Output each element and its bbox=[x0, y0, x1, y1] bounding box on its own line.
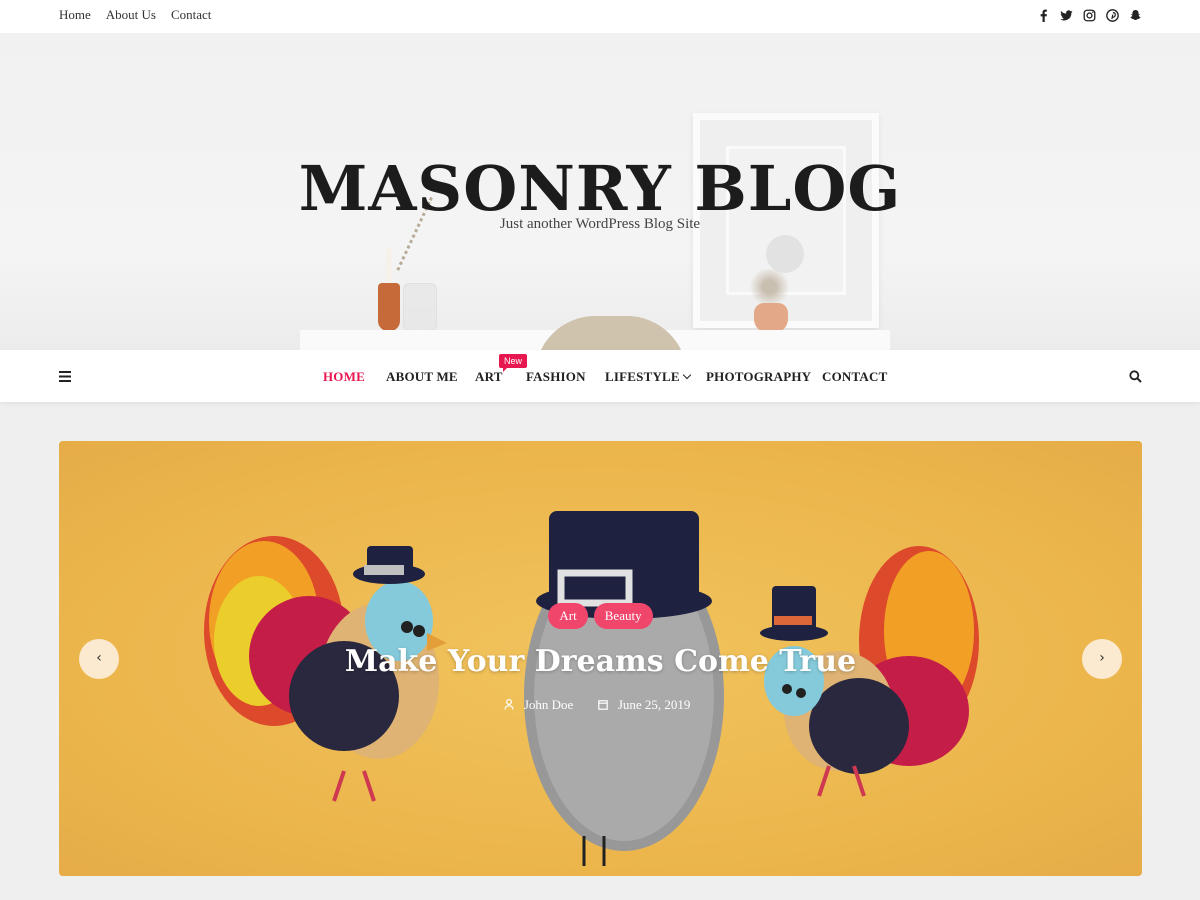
top-nav-about-us[interactable]: About Us bbox=[106, 7, 156, 23]
candle-holder-image bbox=[378, 283, 400, 331]
nav-item-lifestyle-label: LIFESTYLE bbox=[605, 369, 680, 384]
tag-art[interactable]: Art bbox=[548, 603, 588, 629]
date-meta[interactable]: June 25, 2019 bbox=[597, 697, 698, 712]
nav-item-home[interactable]: HOME bbox=[323, 369, 365, 385]
nav-item-about-me[interactable]: ABOUT ME bbox=[386, 369, 458, 385]
author-name: John Doe bbox=[523, 697, 574, 712]
slider-next-button[interactable]: › bbox=[1082, 639, 1122, 679]
copper-pot-image bbox=[754, 303, 788, 333]
nav-item-art[interactable]: ART bbox=[475, 369, 503, 385]
facebook-icon[interactable] bbox=[1037, 9, 1050, 22]
candle-image bbox=[386, 248, 392, 283]
chair-image bbox=[535, 316, 687, 350]
glass-vase-image bbox=[403, 283, 437, 331]
user-icon bbox=[503, 698, 514, 710]
featured-slider: Art Beauty Make Your Dreams Come True Jo… bbox=[59, 441, 1142, 876]
chevron-right-icon: › bbox=[1099, 650, 1105, 666]
nav-item-fashion[interactable]: FASHION bbox=[526, 369, 586, 385]
author-meta[interactable]: John Doe bbox=[503, 697, 584, 712]
top-nav: Home About Us Contact bbox=[59, 7, 211, 23]
post-date: June 25, 2019 bbox=[617, 697, 691, 712]
social-links bbox=[1037, 9, 1142, 22]
new-badge: New bbox=[499, 354, 528, 372]
flowers-image bbox=[742, 269, 797, 305]
top-nav-contact[interactable]: Contact bbox=[171, 7, 211, 23]
tag-beauty[interactable]: Beauty bbox=[593, 603, 653, 629]
search-icon[interactable] bbox=[1129, 370, 1142, 383]
calendar-icon bbox=[597, 700, 608, 710]
nav-item-contact[interactable]: CONTACT bbox=[822, 369, 887, 385]
slider-prev-button[interactable]: ‹ bbox=[79, 639, 119, 679]
top-bar: Home About Us Contact bbox=[0, 0, 1200, 33]
hamburger-menu-icon[interactable] bbox=[59, 371, 71, 382]
slide-meta: John Doe June 25, 2019 bbox=[59, 697, 1142, 713]
slide-title[interactable]: Make Your Dreams Come True bbox=[59, 644, 1142, 679]
site-tagline: Just another WordPress Blog Site bbox=[499, 216, 701, 232]
nav-item-lifestyle[interactable]: LIFESTYLE bbox=[605, 369, 692, 385]
pinterest-icon[interactable] bbox=[1106, 9, 1119, 22]
twitter-icon[interactable] bbox=[1060, 9, 1073, 22]
chevron-down-icon bbox=[682, 370, 692, 380]
top-nav-home[interactable]: Home bbox=[59, 7, 91, 23]
slide-tags: Art Beauty bbox=[59, 603, 1142, 629]
snapchat-icon[interactable] bbox=[1129, 9, 1142, 22]
site-title[interactable]: MASONRY BLOG bbox=[0, 152, 1200, 225]
instagram-icon[interactable] bbox=[1083, 9, 1096, 22]
chevron-left-icon: ‹ bbox=[96, 650, 102, 666]
nav-item-photography[interactable]: PHOTOGRAPHY bbox=[706, 369, 811, 385]
main-nav-bar bbox=[0, 350, 1200, 402]
